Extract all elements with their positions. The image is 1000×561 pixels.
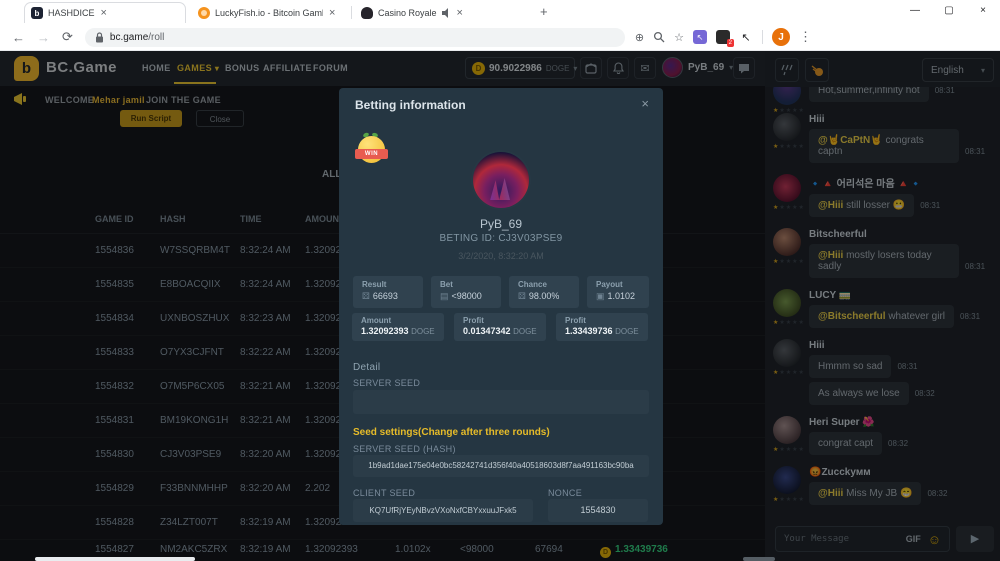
win-badge: WIN [358,136,385,163]
nonce-label: NONCE [548,488,582,498]
player-avatar [473,152,529,208]
dice-icon: ⚄ [362,291,370,301]
page: b BC.Game HOME GAMES ▾ BONUS AFFILIATE F… [0,51,1000,561]
screen-icon: ▣ [596,291,605,301]
bcgame-favicon-icon: b [31,7,43,19]
extension-pointer-icon[interactable]: ↖ [739,30,753,44]
search-icon[interactable] [653,31,665,43]
stat-bet: Bet ▤<98000 [431,276,501,308]
seed-settings-label: Seed settings(Change after three rounds) [353,427,550,438]
server-seed-label: SERVER SEED [353,378,420,388]
tab-strip: b HASHDICE × LuckyFish.io - Bitcoin Gamb… [0,0,1000,24]
tab-title: HASHDICE [48,8,95,18]
browser-profile-avatar[interactable]: J [772,28,790,46]
betting-id: BETING ID: CJ3V03PSE9 [339,233,663,244]
detail-label: Detail [353,362,380,373]
browser-menu-icon[interactable]: ⋮ [799,29,812,45]
address-bar[interactable]: bc.game/roll [85,28,625,47]
tab-audio-icon[interactable] [441,8,451,18]
client-seed-field[interactable]: KQ7UfRjYEyNBvzVXoNxfCBYxxuuJFxk5 [353,499,533,522]
tab-title: Casino Royale [378,8,437,18]
refresh-icon[interactable]: ⟳ [62,29,73,45]
window-minimize-button[interactable]: — [898,0,932,22]
nonce-field[interactable]: 1554830 [548,499,648,522]
bookmark-star-icon[interactable]: ☆ [674,31,684,44]
toolbar-right: ⊕ ☆ ↖ 2 ↖ J ⋮ [635,28,812,46]
coins-icon: ▤ [440,291,449,301]
tab-hashdice[interactable]: b HASHDICE × [24,2,186,23]
url-text: bc.game/roll [110,32,164,43]
extension-cursor-icon[interactable]: ↖ [693,30,707,44]
casino-favicon-icon [361,7,373,19]
profit-box: Profit 0.01347342 DOGE [454,313,546,341]
dice-icon: ⚄ [518,291,526,301]
padlock-icon [95,32,104,43]
extension-badge-icon[interactable]: 2 [716,30,730,44]
tab-close-icon[interactable]: × [101,7,107,19]
tab-title: LuckyFish.io - Bitcoin Gambling S [215,8,323,18]
client-seed-label: CLIENT SEED [353,488,415,498]
new-tab-button[interactable]: + [540,4,548,19]
modal-title: Betting information [355,98,466,112]
horizontal-scrollbar[interactable] [35,557,195,561]
stat-chance: Chance ⚄98.00% [509,276,579,308]
back-icon[interactable]: ← [12,30,25,45]
stat-result: Result ⚄66693 [353,276,423,308]
stat-payout: Payout ▣1.0102 [587,276,649,308]
tab-luckyfish[interactable]: LuckyFish.io - Bitcoin Gambling S × [192,2,350,23]
scrollbar-thumb[interactable] [743,557,775,561]
tab-close-icon[interactable]: × [329,7,335,19]
window-close-button[interactable]: × [966,0,1000,22]
win-ribbon-label: WIN [355,149,388,159]
server-seed-hash-label: SERVER SEED (HASH) [353,444,456,454]
zoom-page-icon[interactable]: ⊕ [635,31,644,44]
luckyfish-favicon-icon [198,7,210,19]
amount-box: Amount 1.32092393 DOGE [352,313,444,341]
tab-separator [351,6,352,19]
bet-timestamp: 3/2/2020, 8:32:20 AM [339,251,663,261]
window-maximize-button[interactable]: ▢ [932,0,966,22]
browser-chrome: b HASHDICE × LuckyFish.io - Bitcoin Gamb… [0,0,1000,51]
extension-badge-count: 2 [727,39,734,47]
toolbar-divider [762,30,763,44]
forward-icon[interactable]: → [37,30,50,45]
betting-information-modal: Betting information × WIN PyB_69 BETING … [339,88,663,525]
server-seed-hash-field[interactable]: 1b9ad1dae175e04e0bc58242741d356f40a40518… [353,455,649,477]
tab-casino-royale[interactable]: Casino Royale × [355,2,533,23]
profit-total-box: Profit 1.33439736 DOGE [556,313,648,341]
server-seed-field[interactable] [353,390,649,414]
browser-toolbar: ← → ⟳ bc.game/roll ⊕ ☆ ↖ 2 ↖ J ⋮ [0,24,1000,51]
player-name: PyB_69 [339,217,663,231]
modal-close-icon[interactable]: × [641,96,649,111]
tab-close-icon[interactable]: × [457,7,463,19]
